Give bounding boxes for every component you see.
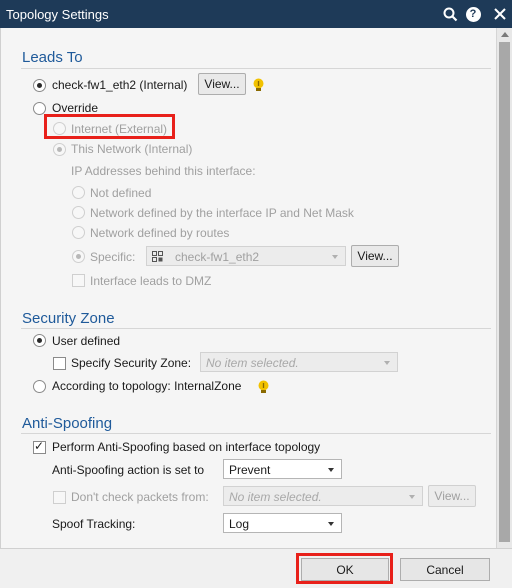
security-zone-divider [21, 328, 491, 329]
specify-zone-checkbox[interactable] [53, 357, 66, 370]
ip-behind-label: IP Addresses behind this interface: [71, 164, 256, 178]
leads-to-divider [21, 68, 491, 69]
action-value: Prevent [229, 463, 271, 477]
this-network-radio[interactable] [53, 143, 66, 156]
dmz-checkbox[interactable] [72, 274, 85, 287]
topology-radio[interactable] [33, 380, 46, 393]
specific-network-dropdown[interactable]: check-fw1_eth2 [146, 246, 346, 266]
scroll-up-icon[interactable] [501, 32, 509, 37]
dont-check-label: Don't check packets from: [71, 490, 209, 504]
vertical-scrollbar[interactable] [496, 28, 512, 548]
perform-anti-spoofing-checkbox[interactable]: ✓ [33, 439, 46, 454]
anti-spoofing-divider [21, 433, 491, 434]
spoof-tracking-value: Log [229, 517, 250, 531]
action-label: Anti-Spoofing action is set to [52, 463, 205, 477]
dont-check-checkbox[interactable] [53, 491, 66, 504]
dialog-footer: OK Cancel [0, 548, 512, 588]
user-defined-radio[interactable] [33, 334, 46, 347]
net-routes-radio[interactable] [72, 226, 85, 239]
hint-bulb-icon [253, 78, 264, 91]
dialog-content: Leads To check-fw1_eth2 (Internal) View.… [0, 28, 496, 548]
net-routes-label: Network defined by routes [90, 226, 230, 240]
chevron-down-icon [384, 361, 390, 365]
close-icon[interactable] [490, 4, 510, 24]
security-zone-placeholder: No item selected. [206, 356, 299, 370]
title-bar: Topology Settings ? [0, 0, 512, 28]
not-defined-radio[interactable] [72, 186, 85, 199]
interface-radio[interactable] [33, 79, 46, 92]
net-ip-mask-label: Network defined by the interface IP and … [90, 206, 354, 220]
security-zone-title: Security Zone [22, 310, 115, 327]
scrollbar-thumb[interactable] [499, 42, 510, 542]
dont-check-dropdown[interactable]: No item selected. [223, 486, 423, 506]
window-title: Topology Settings [6, 7, 109, 22]
specific-label: Specific: [90, 250, 136, 264]
cancel-button[interactable]: Cancel [400, 558, 490, 581]
dont-check-view-button[interactable]: View... [428, 485, 476, 507]
checkmark-icon: ✓ [34, 439, 45, 453]
spoof-tracking-dropdown[interactable]: Log [223, 513, 342, 533]
user-defined-label: User defined [52, 334, 121, 348]
interface-label: check-fw1_eth2 (Internal) [52, 78, 188, 92]
chevron-down-icon [328, 522, 334, 526]
chevron-down-icon [409, 495, 415, 499]
anti-spoofing-title: Anti-Spoofing [22, 415, 113, 432]
chevron-down-icon [332, 255, 338, 259]
security-zone-dropdown[interactable]: No item selected. [200, 352, 398, 372]
not-defined-label: Not defined [90, 186, 152, 200]
topology-label: According to topology: InternalZone [52, 379, 242, 393]
network-icon [152, 251, 163, 262]
search-icon[interactable] [440, 4, 460, 24]
ok-highlight-box [296, 553, 393, 584]
chevron-down-icon [328, 468, 334, 472]
internet-highlight-box [44, 114, 175, 139]
net-ip-mask-radio[interactable] [72, 206, 85, 219]
specific-view-button[interactable]: View... [351, 245, 399, 267]
perform-anti-spoofing-label: Perform Anti-Spoofing based on interface… [52, 440, 321, 454]
specify-zone-label: Specify Security Zone: [71, 356, 192, 370]
action-dropdown[interactable]: Prevent [223, 459, 342, 479]
leads-to-title: Leads To [22, 49, 83, 66]
help-icon[interactable]: ? [463, 4, 483, 24]
specific-radio[interactable] [72, 250, 85, 263]
interface-view-button[interactable]: View... [198, 73, 246, 95]
this-network-label: This Network (Internal) [71, 142, 193, 156]
spoof-tracking-label: Spoof Tracking: [52, 517, 136, 531]
dmz-label: Interface leads to DMZ [90, 274, 212, 288]
hint-bulb-icon [258, 380, 269, 393]
dont-check-placeholder: No item selected. [229, 490, 322, 504]
override-label: Override [52, 101, 99, 115]
specific-network-value: check-fw1_eth2 [175, 250, 260, 264]
